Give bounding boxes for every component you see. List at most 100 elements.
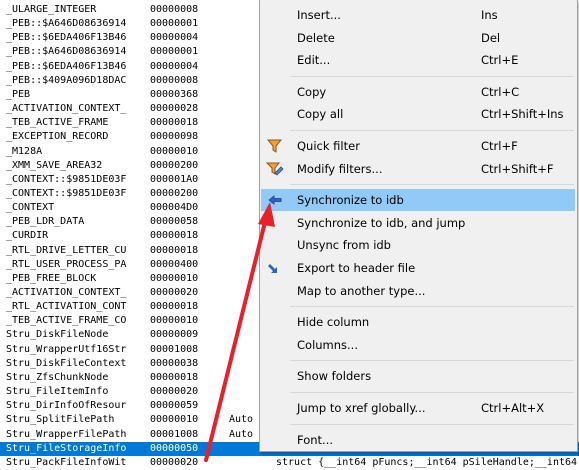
type-name-cell: _CONTEXT::$9851DE03F [6, 187, 127, 199]
type-name-cell: _PEB::$A646D08636914 [6, 18, 127, 30]
menu-item-shortcut: Ctrl+Alt+X [481, 401, 545, 415]
type-size-cell: 00000010 [150, 145, 199, 157]
export-arrow-icon [266, 260, 284, 276]
menu-item-show-folders[interactable]: Show folders [261, 365, 575, 387]
type-size-cell: 00000001 [150, 46, 199, 58]
type-name-cell: _PEB::$409A096D18DAC [6, 74, 127, 86]
type-name-cell: _RTL_ACTIVATION_CONT [6, 301, 127, 313]
menu-item-label: Insert... [297, 8, 341, 22]
menu-separator [290, 360, 574, 362]
type-size-cell: 00000200 [150, 187, 199, 199]
type-name-cell: _RTL_USER_PROCESS_PA [6, 258, 127, 270]
menu-item-insert[interactable]: Insert... Ins [261, 4, 575, 26]
menu-item-label: Map to another type... [297, 283, 426, 298]
type-name-cell: Stru_WrapperUtf16Str [6, 343, 127, 355]
type-size-cell: 00000058 [150, 216, 199, 228]
type-name-cell: _CURDIR [6, 230, 49, 242]
type-name-cell: _CONTEXT [6, 202, 55, 214]
type-name-cell: Stru_ZfsChunkNode [6, 371, 109, 383]
menu-item-label: Unsync from idb [297, 238, 391, 253]
menu-item-label: Copy all [297, 107, 344, 122]
type-size-cell: 00000050 [150, 442, 199, 454]
type-name-cell: Stru_WrapperFilePath [6, 428, 127, 440]
menu-item-shortcut: Ctrl+F [481, 139, 518, 153]
menu-item-label: Export to header file [297, 261, 416, 275]
menu-item-label: Delete [297, 30, 335, 45]
menu-item-columns[interactable]: Columns... [261, 334, 575, 356]
menu-item-modify-filters[interactable]: Modify filters... Ctrl+Shift+F [261, 158, 575, 180]
menu-item-shortcut: Ins [481, 8, 498, 22]
type-name-cell: _PEB [6, 88, 31, 100]
menu-item-copy[interactable]: Copy Ctrl+C [261, 81, 575, 103]
menu-separator [290, 306, 574, 308]
type-size-cell: 00000010 [150, 315, 199, 327]
type-size-cell: 00000004 [150, 32, 199, 44]
type-name-cell: _EXCEPTION_RECORD [6, 131, 109, 143]
type-name-cell: _ACTIVATION_CONTEXT_ [6, 103, 127, 115]
menu-item-map-to-another-type[interactable]: Map to another type... [261, 280, 575, 302]
type-name-cell: Stru_DiskFileContext [6, 357, 127, 369]
type-size-cell: 00000200 [150, 159, 199, 171]
type-size-cell: 00000001 [150, 18, 199, 30]
sync-arrow-icon [266, 192, 284, 208]
type-name-cell: Stru_SplitFilePath [6, 414, 115, 426]
type-name-cell: _PEB::$A646D08636914 [6, 46, 127, 58]
menu-item-hide-column[interactable]: Hide column [261, 311, 575, 333]
menu-item-shortcut: Ctrl+E [481, 53, 519, 68]
menu-item-label: Columns... [297, 337, 358, 352]
type-size-cell: 000001A0 [150, 173, 199, 185]
type-name-cell: _ULARGE_INTEGER [6, 4, 97, 15]
menu-item-label: Modify filters... [297, 161, 383, 176]
funnel-icon [266, 138, 284, 154]
type-name-cell: _M128A [6, 145, 43, 157]
type-name-cell: Stru_FileItemInfo [6, 386, 109, 398]
type-size-cell: 00000038 [150, 357, 199, 369]
type-name-cell: _TEB_ACTIVE_FRAME_CO [6, 315, 127, 327]
type-size-cell: 00000020 [150, 287, 199, 298]
type-name-cell: _RTL_DRIVE_LETTER_CU [6, 244, 127, 256]
type-size-cell: 00000008 [150, 4, 199, 15]
context-menu: Insert... Ins Delete Del Edit... Ctrl+E Copy Ct… [259, 0, 578, 452]
menu-item-edit[interactable]: Edit... Ctrl+E [261, 49, 575, 71]
menu-separator [290, 423, 574, 425]
menu-item-label: Hide column [297, 315, 370, 330]
type-size-cell: 00000020 [150, 386, 199, 398]
menu-item-unsync-from-idb[interactable]: Unsync from idb [261, 234, 575, 256]
menu-separator [290, 130, 574, 131]
type-name-cell: _PEB::$6EDA406F13B46 [6, 60, 127, 72]
type-name-cell: _PEB_FREE_BLOCK [6, 272, 97, 284]
type-size-cell: 00000009 [150, 329, 199, 341]
type-size-cell: 00000010 [150, 414, 199, 426]
type-size-cell: 00000018 [150, 244, 199, 256]
table-row[interactable]: Stru_PackFileInfoWit 00000020 struct {__in… [0, 456, 579, 470]
menu-item-shortcut: Ctrl+C [481, 84, 520, 99]
menu-item-quick-filter[interactable]: Quick filter Ctrl+F [261, 135, 575, 157]
type-size-cell: 00000028 [150, 103, 199, 115]
type-size-cell: 00001008 [150, 428, 199, 440]
menu-item-font[interactable]: Font... [261, 429, 575, 451]
type-size-cell: 00000018 [150, 371, 199, 383]
type-size-cell: 00000098 [150, 131, 199, 143]
menu-item-label: Font... [297, 432, 334, 447]
sync-cell: Auto [229, 414, 254, 426]
type-size-cell: 00000400 [150, 258, 199, 270]
menu-item-synchronize-and-jump[interactable]: Synchronize to idb, and jump [261, 212, 575, 234]
type-size-cell: 00000059 [150, 400, 199, 412]
menu-separator [290, 75, 574, 77]
type-size-cell: 00000010 [150, 272, 199, 284]
menu-item-label: Synchronize to idb, and jump [297, 215, 466, 230]
menu-separator [290, 184, 574, 186]
menu-item-jump-to-xref-globally[interactable]: Jump to xref globally... Ctrl+Alt+X [261, 397, 575, 419]
menu-item-synchronize-to-idb[interactable]: Synchronize to idb [261, 189, 575, 212]
menu-item-label: Jump to xref globally... [297, 401, 426, 415]
menu-item-export-to-header[interactable]: Export to header file [261, 257, 575, 279]
type-size-cell: 00000008 [150, 74, 199, 86]
type-name-cell: Stru_DirInfoOfResour [6, 400, 127, 412]
type-name-cell: _XMM_SAVE_AREA32 [6, 159, 103, 171]
menu-item-label: Edit... [297, 53, 331, 68]
menu-item-copy-all[interactable]: Copy all Ctrl+Shift+Ins [261, 103, 575, 125]
funnel-edit-icon [265, 161, 284, 177]
type-name-cell: _PEB_LDR_DATA [6, 216, 85, 228]
menu-item-delete[interactable]: Delete Del [261, 27, 575, 49]
type-name-cell: Stru_FileStorageInfo [6, 442, 127, 454]
